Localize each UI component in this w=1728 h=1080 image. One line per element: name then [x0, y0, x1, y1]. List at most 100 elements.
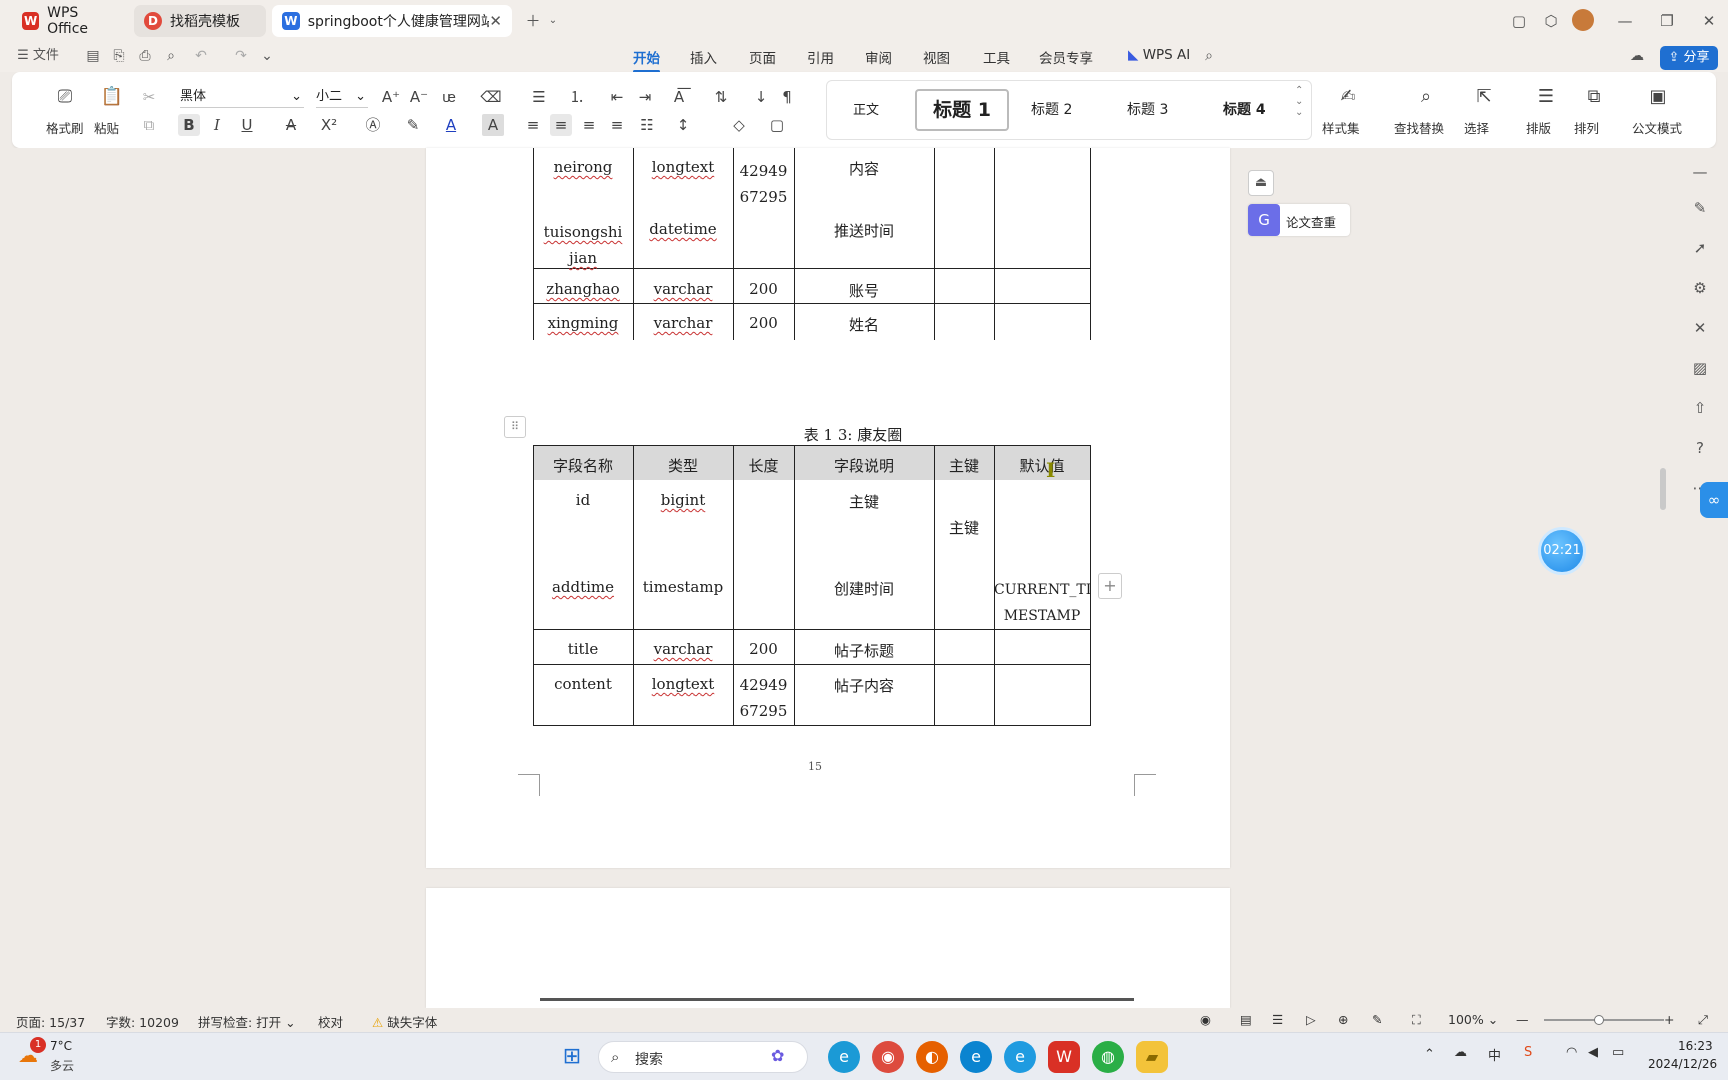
zoom-out-icon[interactable]: — — [1516, 1012, 1529, 1027]
line-spacing-icon[interactable]: ↕ — [672, 114, 694, 136]
outdent-icon[interactable]: ⇤ — [606, 86, 628, 108]
close-window-icon[interactable]: ✕ — [1696, 8, 1722, 34]
cloud-assistant-icon[interactable]: ∞ — [1700, 482, 1728, 518]
indent-icon[interactable]: ⇥ — [634, 86, 656, 108]
clock-date[interactable]: 2024/12/26 — [1648, 1057, 1717, 1071]
style-heading-3[interactable]: 标题 3 — [1127, 99, 1168, 119]
align-right-icon[interactable]: ≡ — [578, 114, 600, 136]
bullets-icon[interactable]: ☰ — [528, 86, 550, 108]
official-mode-button[interactable]: 公文模式 — [1632, 118, 1682, 137]
zoom-slider-thumb[interactable] — [1594, 1015, 1604, 1025]
onedrive-icon[interactable]: ☁ — [1454, 1045, 1467, 1060]
shading-icon[interactable]: ◇ — [728, 114, 750, 136]
tab-insert[interactable]: 插入 — [690, 47, 717, 67]
wps-tray-icon[interactable]: S — [1524, 1045, 1532, 1060]
bold-icon[interactable]: B — [178, 114, 200, 136]
web-view-icon[interactable]: ⊕ — [1338, 1012, 1348, 1027]
align-center-icon[interactable]: ≡ — [550, 114, 572, 136]
wifi-icon[interactable]: ◠ — [1566, 1045, 1577, 1060]
cube-icon[interactable]: ⬡ — [1538, 8, 1564, 34]
sort-az-icon[interactable]: ↓ — [750, 86, 772, 108]
font-color-icon[interactable]: A — [440, 114, 462, 136]
spell-check-toggle[interactable]: 拼写检查: 打开 ⌄ — [198, 1012, 296, 1031]
zoom-slider[interactable] — [1544, 1015, 1664, 1025]
vertical-scrollbar[interactable] — [1658, 156, 1668, 998]
file-menu[interactable]: ☰ 文件 — [16, 47, 60, 65]
distribute-icon[interactable]: ☷ — [636, 114, 658, 136]
tab-tools[interactable]: 工具 — [983, 47, 1010, 67]
firefox-icon[interactable]: ◐ — [916, 1041, 948, 1073]
find-replace-button[interactable]: 查找替换 — [1394, 118, 1444, 137]
char-shading-icon[interactable]: A — [482, 114, 504, 136]
gallery-scroll-icon[interactable]: ⌃ ⌄ ⌄ — [1295, 85, 1303, 118]
zoom-level[interactable]: 100% ⌄ — [1448, 1012, 1498, 1027]
word-count[interactable]: 字数: 10209 — [106, 1012, 179, 1031]
superscript-icon[interactable]: X² — [318, 114, 340, 136]
wps-taskbar-icon[interactable]: W — [1048, 1041, 1080, 1073]
tab-references[interactable]: 引用 — [807, 47, 834, 67]
format-painter-button[interactable]: 格式刷 — [46, 118, 84, 137]
font-name-select[interactable]: 黑体 ⌄ — [180, 86, 304, 108]
eye-icon[interactable]: ◉ — [1200, 1012, 1211, 1027]
ie-icon[interactable]: e — [1004, 1041, 1036, 1073]
collapse-panel-icon[interactable]: ⏏ — [1248, 170, 1274, 196]
arrange-button[interactable]: 排列 — [1574, 118, 1599, 137]
tab-view[interactable]: 视图 — [923, 47, 950, 67]
search-icon[interactable]: ⌕ — [1200, 47, 1218, 65]
share-button[interactable]: ⇪ 分享 — [1660, 46, 1718, 70]
style-heading-4[interactable]: 标题 4 — [1223, 99, 1266, 119]
arrange-icon[interactable]: ⧉ — [1580, 86, 1608, 108]
shrink-font-icon[interactable]: A⁻ — [408, 86, 430, 108]
close-tab-icon[interactable]: ✕ — [489, 12, 502, 30]
paste-icon[interactable]: 📋 — [99, 86, 125, 108]
share-doc-icon[interactable]: ⇧ — [1688, 396, 1712, 420]
tools-icon[interactable]: ✕ — [1688, 316, 1712, 340]
windows-start-icon[interactable]: ⊞ — [556, 1041, 588, 1073]
select-icon[interactable]: ⇱ — [1470, 86, 1498, 108]
style-set-icon[interactable]: ✍ — [1334, 86, 1362, 108]
borders-icon[interactable]: ▢ — [766, 114, 788, 136]
highlight-icon[interactable]: ✎ — [402, 114, 424, 136]
scrollbar-thumb[interactable] — [1660, 468, 1666, 510]
official-doc-icon[interactable]: ▣ — [1644, 86, 1672, 108]
export-icon[interactable]: ⎘ — [110, 47, 128, 65]
underline-icon[interactable]: U — [236, 114, 258, 136]
tab-document[interactable]: W springboot个人健康管理网站的设 ✕ — [272, 5, 512, 37]
file-explorer-icon[interactable]: ▰ — [1136, 1041, 1168, 1073]
undo-icon[interactable]: ↶ — [192, 47, 210, 65]
font-size-select[interactable]: 小二 ⌄ — [316, 86, 368, 108]
edge-ai-icon[interactable]: e — [960, 1041, 992, 1073]
select-button[interactable]: 选择 — [1464, 118, 1489, 137]
page-count[interactable]: 页面: 15/37 — [16, 1012, 85, 1031]
format-painter-icon[interactable]: ⎚ — [52, 86, 78, 108]
more-icon[interactable]: ⌄ — [258, 47, 276, 65]
select-cursor-icon[interactable]: ➚ — [1688, 236, 1712, 260]
add-column-button[interactable]: + — [1098, 573, 1122, 599]
style-normal[interactable]: 正文 — [853, 99, 879, 118]
taskbar-search[interactable]: ⌕ 搜索 ✿ — [598, 1041, 808, 1073]
fullscreen-icon[interactable]: ⤢ — [1698, 1012, 1708, 1028]
chevron-down-icon[interactable]: ⌄ — [540, 8, 566, 34]
minimize-panel-icon[interactable]: — — [1688, 160, 1712, 184]
save-icon[interactable]: ▤ — [84, 47, 102, 65]
layout-icon[interactable]: ☰ — [1532, 86, 1560, 108]
wechat-icon[interactable]: ◍ — [1092, 1041, 1124, 1073]
clear-format-icon[interactable]: ⌫ — [480, 86, 502, 108]
redo-icon[interactable]: ↷ — [232, 47, 250, 65]
align-left-icon[interactable]: ≡ — [522, 114, 544, 136]
chrome-icon[interactable]: ◉ — [872, 1041, 904, 1073]
italic-icon[interactable]: I — [206, 114, 228, 136]
play-icon[interactable]: ▷ — [1306, 1012, 1316, 1027]
sort-icon[interactable]: ⇅ — [710, 86, 732, 108]
grow-font-icon[interactable]: A⁺ — [380, 86, 402, 108]
tab-wps-office[interactable]: W WPS Office — [12, 5, 130, 37]
minimize-icon[interactable]: — — [1612, 8, 1638, 34]
outline-view-icon[interactable]: ☰ — [1272, 1012, 1283, 1027]
help-icon[interactable]: ? — [1688, 436, 1712, 460]
missing-font-warning[interactable]: ⚠ 缺失字体 — [372, 1012, 437, 1031]
show-marks-icon[interactable]: ¶ — [776, 86, 798, 108]
paper-check-button[interactable]: G 论文查重 — [1248, 204, 1350, 236]
tab-home[interactable]: 开始 — [633, 47, 660, 73]
volume-icon[interactable]: ◀ — [1588, 1045, 1598, 1060]
numbering-icon[interactable]: ⒈ — [566, 86, 588, 108]
